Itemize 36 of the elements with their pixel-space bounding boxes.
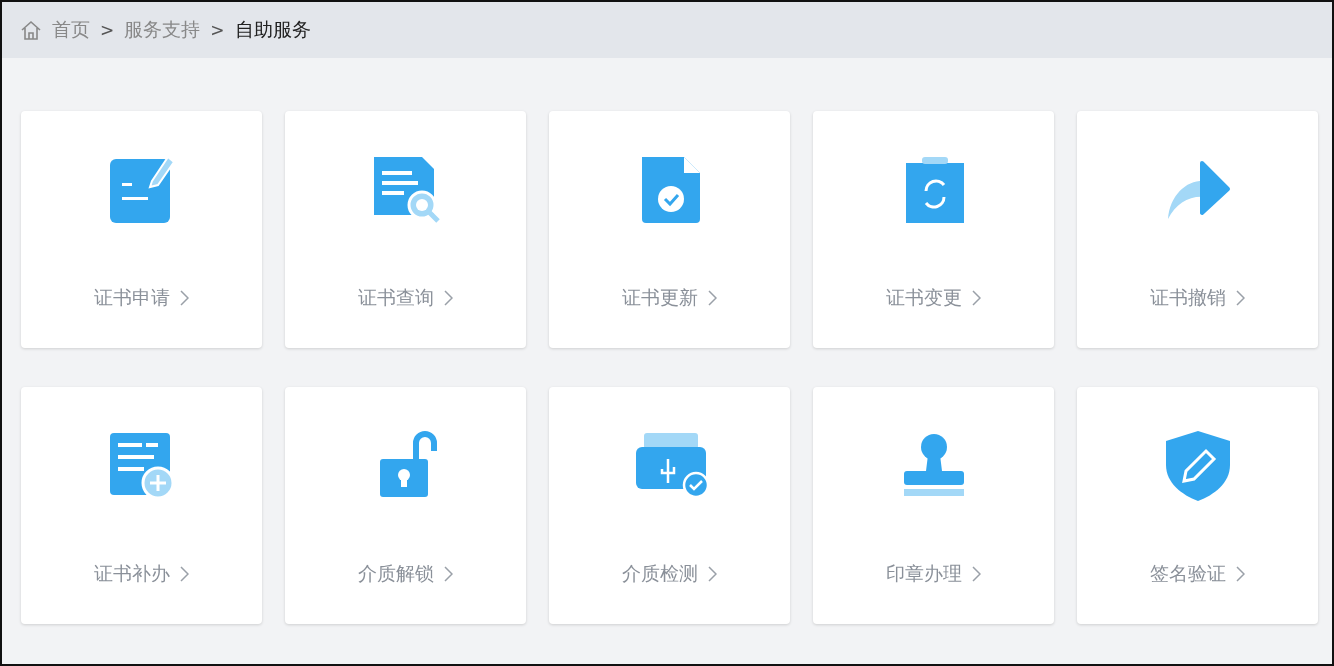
service-card[interactable]: 介质检测 xyxy=(549,387,790,624)
service-card[interactable]: 印章办理 xyxy=(813,387,1054,624)
service-card[interactable]: 证书申请 xyxy=(21,111,262,348)
chevron-right-icon xyxy=(180,566,189,582)
chevron-right-icon xyxy=(972,290,981,306)
service-card[interactable]: 证书撤销 xyxy=(1077,111,1318,348)
service-label: 证书查询 xyxy=(358,285,434,310)
chevron-right-icon xyxy=(708,290,717,306)
service-label: 介质检测 xyxy=(622,561,698,586)
chevron-right-icon xyxy=(708,566,717,582)
service-label: 印章办理 xyxy=(886,561,962,586)
breadcrumb-separator: > xyxy=(210,20,225,40)
breadcrumb-link[interactable]: 服务支持 xyxy=(124,17,201,43)
breadcrumb-link[interactable]: 自助服务 xyxy=(234,17,311,43)
home-icon[interactable] xyxy=(20,19,42,41)
service-label: 证书更新 xyxy=(622,285,698,310)
service-label: 介质解锁 xyxy=(358,561,434,586)
service-card[interactable]: 签名验证 xyxy=(1077,387,1318,624)
service-label: 签名验证 xyxy=(1150,561,1226,586)
service-card[interactable]: 证书变更 xyxy=(813,111,1054,348)
chevron-right-icon xyxy=(1236,566,1245,582)
chevron-right-icon xyxy=(444,566,453,582)
service-label: 证书申请 xyxy=(94,285,170,310)
chevron-right-icon xyxy=(180,290,189,306)
service-label: 证书撤销 xyxy=(1150,285,1226,310)
breadcrumb-separator: > xyxy=(100,20,115,40)
chevron-right-icon xyxy=(972,566,981,582)
breadcrumb-link[interactable]: 首页 xyxy=(52,17,90,43)
service-card[interactable]: 介质解锁 xyxy=(285,387,526,624)
service-card[interactable]: 证书更新 xyxy=(549,111,790,348)
chevron-right-icon xyxy=(444,290,453,306)
service-label: 证书补办 xyxy=(94,561,170,586)
chevron-right-icon xyxy=(1236,290,1245,306)
service-card[interactable]: 证书查询 xyxy=(285,111,526,348)
service-label: 证书变更 xyxy=(886,285,962,310)
service-card[interactable]: 证书补办 xyxy=(21,387,262,624)
